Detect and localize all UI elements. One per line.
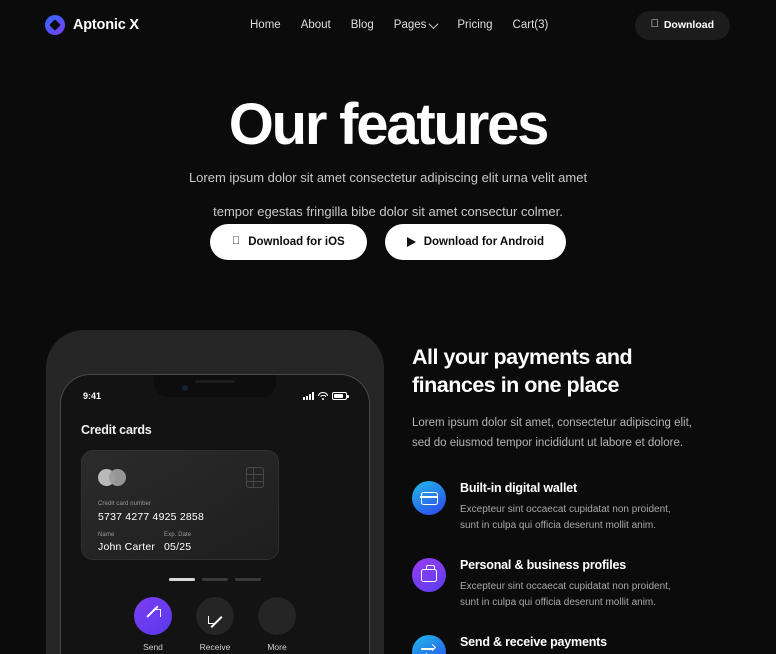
- hero-buttons:  Download for iOS Download for Android: [0, 224, 776, 260]
- brand-name: Aptonic X: [73, 17, 139, 33]
- card-number-value: 5737 4277 4925 2858: [98, 511, 204, 523]
- feature-title: Built-in digital wallet: [460, 481, 577, 496]
- mastercard-icon: [98, 469, 126, 486]
- credit-card-icon: [412, 481, 446, 516]
- features-heading-line1: All your payments and: [412, 345, 633, 369]
- feature-list: Built-in digital wallet Excepteur sint o…: [412, 479, 732, 654]
- card-name-label: Name: [98, 532, 115, 538]
- apple-icon: : [232, 236, 240, 247]
- nav-link-cart[interactable]: Cart(3): [513, 19, 549, 31]
- top-navigation-bar: Aptonic X Home About Blog Pages Pricing …: [0, 0, 776, 50]
- nav-link-pages[interactable]: Pages: [393, 18, 439, 31]
- arrow-down-left-icon: [207, 609, 223, 624]
- card-number-label: Credit card number: [98, 501, 152, 507]
- status-icons: [303, 392, 349, 400]
- pagination-dot[interactable]: [202, 578, 228, 581]
- nav-link-home[interactable]: Home: [250, 19, 281, 31]
- phone-actions: Send Receive More: [61, 597, 369, 652]
- send-action-label: Send: [143, 642, 163, 652]
- features-heading: All your payments and finances in one pl…: [412, 344, 732, 400]
- send-action-circle: [134, 597, 172, 635]
- diamond-gradient-logo-icon: [45, 15, 65, 35]
- credit-card[interactable]: Credit card number 5737 4277 4925 2858 N…: [81, 450, 279, 560]
- features-subtext-line1: Lorem ipsum dolor sit amet, consectetur …: [412, 416, 692, 429]
- features-subtext: Lorem ipsum dolor sit amet, consectetur …: [412, 414, 732, 454]
- signal-icon: [303, 392, 314, 400]
- nav-link-pricing[interactable]: Pricing: [457, 19, 492, 31]
- feature-description: Excepteur sint occaecat cupidatat non pr…: [460, 502, 671, 534]
- feature-description: Excepteur sint occaecat cupidatat non pr…: [460, 579, 671, 611]
- phone-screen: 9:41 Credit cards Credit card number 573…: [60, 374, 370, 654]
- receive-action-label: Receive: [199, 642, 231, 652]
- card-pagination[interactable]: [61, 578, 369, 581]
- more-action-button[interactable]: More: [258, 597, 296, 652]
- phone-status-bar: 9:41: [61, 389, 369, 403]
- nav-link-blog[interactable]: Blog: [351, 19, 374, 31]
- pagination-dot[interactable]: [235, 578, 261, 581]
- download-ios-button[interactable]:  Download for iOS: [209, 224, 367, 260]
- send-action-button[interactable]: Send: [134, 597, 172, 652]
- speaker-icon: [195, 380, 235, 383]
- nav-link-pricing-label: Pricing: [457, 19, 493, 31]
- phone-mockup: 9:41 Credit cards Credit card number 573…: [46, 330, 384, 654]
- card-exp-value: 05/25: [164, 541, 192, 553]
- download-android-button[interactable]: Download for Android: [384, 224, 567, 260]
- briefcase-icon: [412, 558, 446, 593]
- nav-links: Home About Blog Pages Pricing Cart(3): [250, 18, 549, 31]
- hero-subtitle-line1: Lorem ipsum dolor sit amet consectetur a…: [188, 170, 588, 186]
- more-action-circle: [258, 597, 296, 635]
- download-android-label: Download for Android: [419, 236, 544, 248]
- chip-icon: [246, 467, 264, 488]
- features-heading-line2: finances in one place: [412, 372, 619, 397]
- pagination-dot[interactable]: [169, 578, 195, 581]
- hero-section: Our features Lorem ipsum dolor sit amet …: [0, 95, 776, 222]
- features-subtext-line2: sed do eiusmod tempor incididunt ut labo…: [412, 436, 684, 449]
- nav-link-home-label: Home: [250, 19, 281, 31]
- feature-desc-line1: Excepteur sint occaecat cupidatat non pr…: [460, 581, 671, 593]
- nav-link-about[interactable]: About: [301, 19, 331, 31]
- wifi-icon: [318, 392, 328, 400]
- feature-desc-line2: sunt in culpa qui officia deserunt molli…: [460, 520, 657, 532]
- feature-item-payments: Send & receive payments: [412, 633, 732, 654]
- arrow-up-right-icon: [146, 608, 161, 624]
- nav-link-cart-label: Cart(3): [512, 19, 549, 31]
- feature-desc-line2: sunt in culpa qui officia deserunt molli…: [460, 597, 657, 609]
- hero-subtitle-line2: tempor egestas fringilla bibe dolor sit …: [213, 204, 563, 220]
- nav-link-blog-label: Blog: [350, 19, 374, 31]
- more-action-label: More: [267, 642, 287, 652]
- feature-item-profiles: Personal & business profiles Excepteur s…: [412, 556, 732, 611]
- receive-action-button[interactable]: Receive: [196, 597, 234, 652]
- apple-icon: : [651, 19, 659, 30]
- page-title: Our features: [228, 92, 550, 157]
- feature-desc-line1: Excepteur sint occaecat cupidatat non pr…: [460, 504, 671, 516]
- screen-title: Credit cards: [81, 423, 152, 437]
- download-ios-label: Download for iOS: [244, 236, 344, 248]
- status-time: 9:41: [83, 391, 102, 401]
- battery-icon: [332, 392, 349, 400]
- feature-title: Send & receive payments: [460, 635, 607, 650]
- features-content: All your payments and finances in one pl…: [412, 344, 732, 654]
- feature-title: Personal & business profiles: [460, 558, 626, 573]
- nav-link-pages-label: Pages: [393, 19, 427, 31]
- receive-action-circle: [196, 597, 234, 635]
- brand-logo[interactable]: Aptonic X: [45, 15, 139, 35]
- feature-item-wallet: Built-in digital wallet Excepteur sint o…: [412, 479, 732, 534]
- chevron-down-icon: [428, 18, 439, 29]
- card-name-value: John Carter: [98, 541, 156, 553]
- page-root: Aptonic X Home About Blog Pages Pricing …: [0, 0, 776, 654]
- header-download-button[interactable]:  Download: [634, 10, 730, 40]
- transfer-arrows-icon: [412, 635, 446, 654]
- play-store-icon: [406, 237, 416, 247]
- nav-link-about-label: About: [300, 19, 331, 31]
- header-download-label: Download: [663, 19, 714, 31]
- card-exp-label: Exp. Date: [164, 532, 192, 538]
